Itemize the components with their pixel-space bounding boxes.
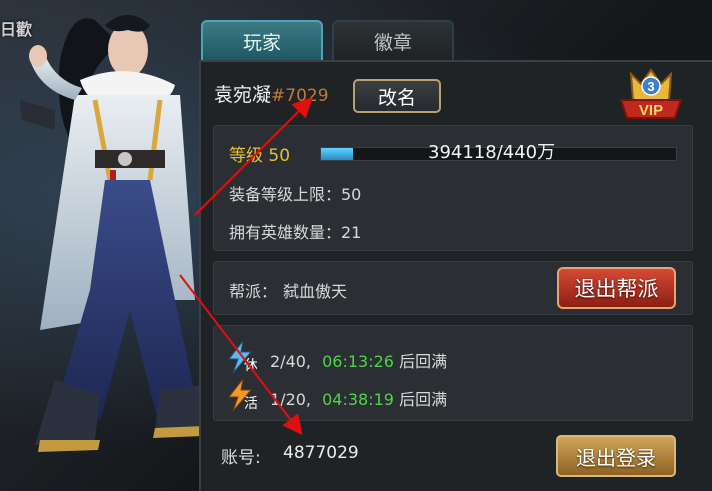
- rename-button[interactable]: 改名: [353, 79, 441, 113]
- vitality-lightning-icon: 活: [227, 378, 257, 412]
- logout-button[interactable]: 退出登录: [556, 435, 676, 477]
- vitality-glyph: 活: [244, 396, 257, 412]
- vip-level: 3: [647, 79, 654, 94]
- rest-suffix: 后回满: [399, 352, 448, 371]
- quit-guild-button[interactable]: 退出帮派: [557, 267, 676, 309]
- vitality-suffix: 后回满: [399, 390, 448, 409]
- equip-level-limit: 装备等级上限：50: [229, 185, 362, 204]
- vip-badge-icon: 3 VIP: [619, 68, 683, 119]
- account-value: 4877029: [283, 443, 359, 463]
- rest-glyph: 休: [244, 358, 257, 374]
- exp-text: 394118/440万: [428, 142, 556, 163]
- resource-row-vitality: 1/20, 04:38:19 后回满: [270, 386, 447, 410]
- player-name: 袁宛凝: [214, 84, 272, 106]
- guild-name: 弑血傲天: [283, 282, 348, 301]
- resource-row-rest: 2/40, 06:13:26 后回满: [270, 348, 447, 372]
- tab-badge[interactable]: 徽章: [332, 20, 454, 60]
- tab-player-label: 玩家: [242, 31, 281, 54]
- account-label: 账号:: [221, 448, 261, 468]
- vip-text: VIP: [639, 102, 663, 119]
- vitality-count: 1/20,: [270, 390, 312, 409]
- rest-lightning-icon: 休: [227, 340, 257, 374]
- guild-label: 帮派：: [229, 282, 278, 301]
- tab-player[interactable]: 玩家: [201, 20, 323, 60]
- exp-progress-fill: [321, 148, 353, 160]
- rest-timer: 06:13:26: [322, 352, 394, 371]
- hero-count: 拥有英雄数量：21: [229, 223, 362, 242]
- logout-button-label: 退出登录: [576, 445, 656, 470]
- player-name-row: 袁宛凝#7029: [214, 80, 329, 107]
- rename-button-label: 改名: [377, 86, 416, 109]
- vitality-timer: 04:38:19: [322, 390, 394, 409]
- guild-row: 帮派： 弑血傲天: [229, 278, 347, 302]
- player-id-tag: #7029: [271, 86, 329, 106]
- tab-badge-label: 徽章: [373, 31, 412, 54]
- quit-guild-button-label: 退出帮派: [574, 277, 659, 301]
- level-label: 等级 50: [229, 146, 291, 166]
- rest-count: 2/40,: [270, 352, 312, 371]
